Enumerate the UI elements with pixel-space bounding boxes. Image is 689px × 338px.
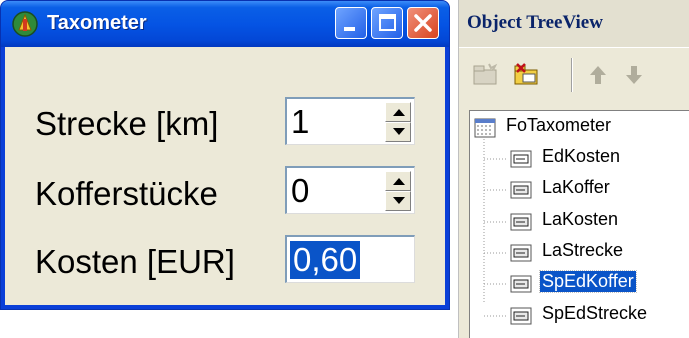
strecke-value[interactable]: 1 [291,103,309,141]
move-up-icon[interactable] [583,60,613,90]
strecke-label: Strecke [km] [35,105,219,142]
close-button[interactable] [407,7,439,39]
kosten-edit[interactable]: 0,60 [285,235,415,283]
tree-node-label: LaKosten [542,209,619,229]
koffer-spinner [385,171,411,211]
strecke-spin-edit[interactable]: 1 [285,97,415,145]
strecke-up-button[interactable] [385,102,411,122]
tree-node-label: FoTaxometer [506,115,612,135]
arrow-up-icon [393,178,405,185]
label-component-icon [510,181,532,199]
maximize-icon [379,14,396,31]
arrow-up-icon [393,109,405,116]
treeview-toolbar [459,50,689,102]
edit-component-icon [510,150,532,168]
koffer-label: Kofferstücke [35,175,218,212]
arrow-down-icon [393,128,405,135]
minimize-button[interactable] [335,7,367,39]
client-area: Strecke [km] 1 Kofferstücke 0 Kosten [EU… [5,47,445,305]
form-icon [474,118,496,138]
toolbar-separator [571,58,573,92]
kosten-label: Kosten [EUR] [35,243,235,280]
koffer-down-button[interactable] [385,191,411,211]
label-component-icon [510,244,532,262]
strecke-down-button[interactable] [385,122,411,142]
arrow-down-icon [393,197,405,204]
new-component-icon[interactable] [471,60,501,90]
maximize-button[interactable] [371,7,403,39]
title-bar[interactable]: Taxometer [1,1,449,47]
spin-edit-component-icon [510,275,532,293]
tree-node-label: LaKoffer [542,177,610,197]
kosten-value[interactable]: 0,60 [290,241,361,279]
component-tree[interactable]: FoTaxometer EdKosten LaKoffer LaKosten L… [469,110,689,338]
tree-node-label-selected: SpEdKoffer [539,270,637,293]
move-down-icon[interactable] [619,60,649,90]
tree-node-label: EdKosten [542,146,621,166]
panel-header: Object TreeView [459,0,689,48]
label-component-icon [510,213,532,231]
spin-edit-component-icon [510,307,532,325]
app-icon [12,11,38,37]
tree-node-label: SpEdStrecke [542,303,648,323]
strecke-spinner [385,102,411,142]
taxometer-window: Taxometer Strecke [km] 1 Kofferstücke 0 … [0,0,450,310]
koffer-value[interactable]: 0 [291,172,309,210]
panel-title: Object TreeView [467,12,603,33]
koffer-up-button[interactable] [385,171,411,191]
koffer-spin-edit[interactable]: 0 [285,166,415,214]
delete-component-icon[interactable] [511,60,541,90]
close-icon [414,14,432,32]
object-treeview-panel: Object TreeView FoTaxometer EdKosten LaK… [458,0,689,338]
tree-node-label: LaStrecke [542,240,624,260]
minimize-icon [344,27,355,31]
window-title: Taxometer [47,12,147,34]
